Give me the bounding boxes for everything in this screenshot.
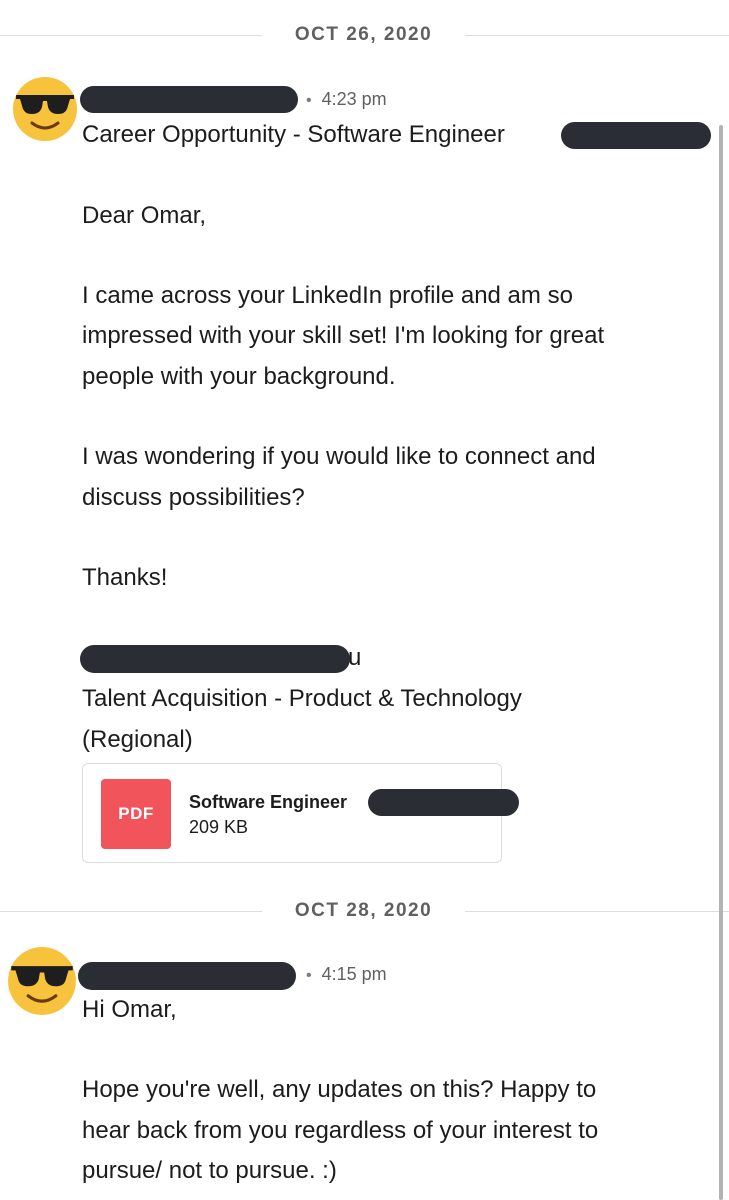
message-timestamp: • 4:23 pm xyxy=(306,89,387,110)
sunglasses-emoji-icon[interactable] xyxy=(7,946,77,1016)
divider-line xyxy=(465,911,729,912)
message-line: Dear Omar, xyxy=(82,202,207,229)
message-line: Hi Omar, xyxy=(82,996,177,1023)
redacted-sender-name xyxy=(78,962,296,990)
redacted-sender-name xyxy=(80,86,298,113)
signature-tail: u xyxy=(348,644,362,671)
timestamp-text: 4:15 pm xyxy=(321,964,387,984)
attachment-file-size: 209 KB xyxy=(189,817,249,837)
message-line: I came across your LinkedIn profile and … xyxy=(82,282,573,309)
message-line: discuss possibilities? xyxy=(82,484,305,511)
divider-line xyxy=(465,35,729,36)
message-line: Hope you're well, any updates on this? H… xyxy=(82,1076,597,1103)
message-subject: Career Opportunity - Software Engineer xyxy=(82,121,505,148)
separator-dot: • xyxy=(306,967,312,984)
sunglasses-emoji-icon[interactable] xyxy=(12,76,78,142)
signature-title: Talent Acquisition - Product & Technolog… xyxy=(82,685,522,712)
signature-region: (Regional) xyxy=(82,726,193,753)
date-divider: OCT 28, 2020 xyxy=(0,897,729,927)
timestamp-text: 4:23 pm xyxy=(321,89,387,109)
message-line: impressed with your skill set! I'm looki… xyxy=(82,322,605,349)
message-line: pursue/ not to pursue. :) xyxy=(82,1157,337,1184)
message-line: people with your background. xyxy=(82,363,396,390)
message-line: I was wondering if you would like to con… xyxy=(82,443,596,470)
date-label: OCT 28, 2020 xyxy=(294,900,433,921)
date-label: OCT 26, 2020 xyxy=(294,24,433,45)
divider-line xyxy=(0,911,262,912)
pdf-file-icon: PDF xyxy=(101,779,171,849)
message-line: hear back from you regardless of your in… xyxy=(82,1117,599,1144)
attachment-file-name[interactable]: Software Engineer xyxy=(189,792,347,813)
separator-dot: • xyxy=(306,92,312,109)
redacted-subject-suffix xyxy=(561,122,711,149)
message-timestamp: • 4:15 pm xyxy=(306,964,387,985)
message-line: Thanks! xyxy=(82,564,168,591)
date-divider: OCT 26, 2020 xyxy=(0,21,729,51)
redacted-file-name-suffix xyxy=(368,789,519,816)
redacted-signature-name xyxy=(80,645,350,673)
divider-line xyxy=(0,35,262,36)
vertical-scrollbar[interactable] xyxy=(719,125,723,1200)
